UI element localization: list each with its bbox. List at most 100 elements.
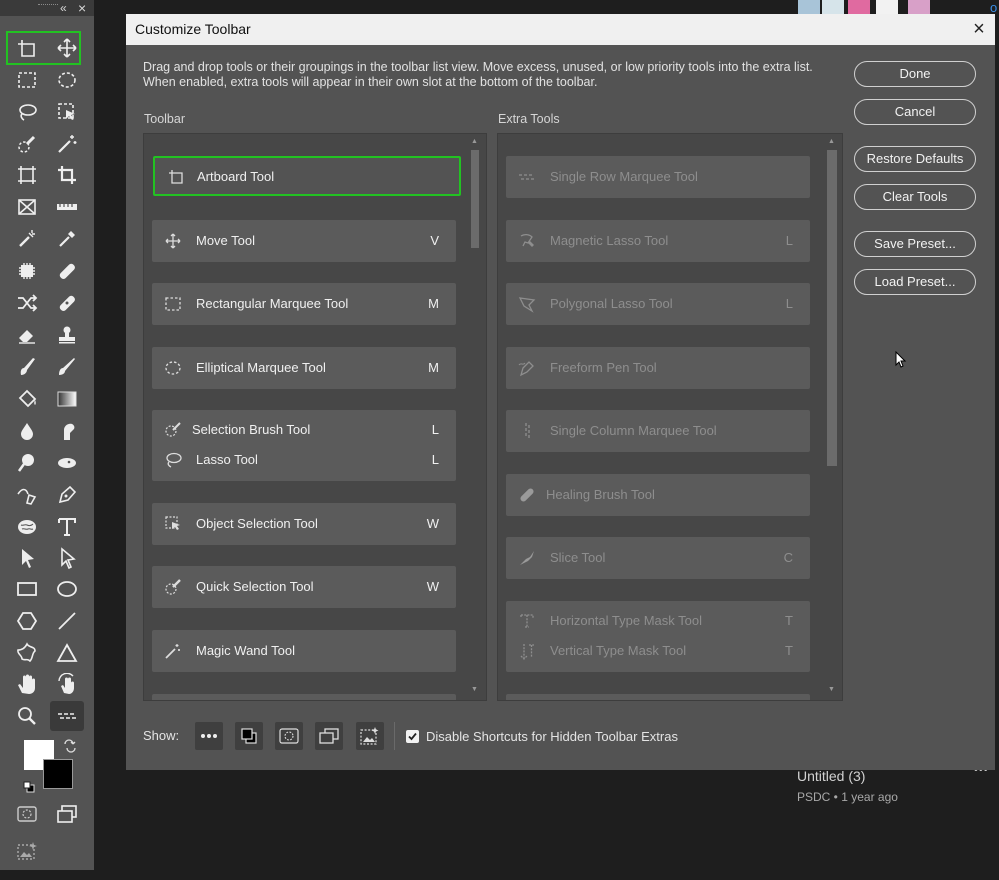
list-item[interactable]: Quick Selection Tool W: [152, 566, 456, 608]
toolbar-list-scrollbar[interactable]: [470, 140, 480, 696]
triangle-icon[interactable]: [50, 638, 84, 668]
dodge-icon[interactable]: [10, 448, 44, 478]
gradient-icon[interactable]: [50, 384, 84, 414]
rect-marquee-icon[interactable]: [10, 65, 44, 95]
extra-list-scrollbar[interactable]: [826, 140, 838, 696]
direct-select-icon[interactable]: [50, 543, 84, 573]
content-aware-move-icon[interactable]: [10, 288, 44, 318]
screen-mode-icon[interactable]: [50, 799, 84, 829]
path-select-icon[interactable]: [10, 543, 44, 573]
list-item[interactable]: Slice Tool C: [506, 537, 810, 579]
quick-mask-icon[interactable]: [10, 799, 44, 829]
mixer-brush-icon[interactable]: [10, 352, 44, 382]
toolbar-list-scroll-thumb[interactable]: [471, 150, 479, 248]
show-generative-button[interactable]: [356, 722, 384, 750]
list-item[interactable]: Polygonal Lasso Tool L: [506, 283, 810, 325]
ellipse-icon[interactable]: [50, 574, 84, 604]
single-row-icon[interactable]: [50, 701, 84, 731]
restore-defaults-button[interactable]: Restore Defaults: [854, 146, 976, 172]
shortcut-key: W: [426, 516, 439, 531]
artboard-icon[interactable]: [10, 33, 44, 63]
list-item[interactable]: Move Tool V: [152, 220, 456, 262]
checkmark-icon: [408, 732, 417, 741]
sponge-icon[interactable]: [50, 448, 84, 478]
lasso-icon[interactable]: [10, 97, 44, 127]
close-icon[interactable]: ×: [964, 14, 994, 45]
list-item[interactable]: Freeform Pen Tool: [506, 347, 810, 389]
list-item[interactable]: Rectangular Marquee Tool M: [152, 283, 456, 325]
eraser-icon[interactable]: [10, 320, 44, 350]
curvature-pen-icon[interactable]: [10, 480, 44, 510]
list-item[interactable]: Magnetic Lasso Tool L: [506, 220, 810, 262]
done-button[interactable]: Done: [854, 61, 976, 87]
magic-wand-icon[interactable]: [50, 129, 84, 159]
list-item[interactable]: Single Row Marquee Tool: [506, 156, 810, 198]
custom-shape-icon[interactable]: [10, 638, 44, 668]
brain-icon[interactable]: [10, 512, 44, 542]
line-icon[interactable]: [50, 606, 84, 636]
paint-bucket-icon[interactable]: [10, 384, 44, 414]
hand-icon[interactable]: [10, 669, 44, 699]
ellipse-marquee-icon[interactable]: [50, 65, 84, 95]
list-item-group[interactable]: Horizontal Type Mask Tool T Vertical Typ…: [506, 601, 810, 672]
disable-shortcuts-checkbox[interactable]: [406, 730, 419, 743]
list-item-group[interactable]: Selection Brush Tool L Lasso Tool L: [152, 410, 456, 481]
tool-label: Polygonal Lasso Tool: [550, 296, 673, 311]
healing-icon[interactable]: [50, 256, 84, 286]
ruler-icon[interactable]: [50, 192, 84, 222]
scroll-up-icon[interactable]: ▲: [471, 138, 478, 145]
disable-shortcuts-label[interactable]: Disable Shortcuts for Hidden Toolbar Ext…: [426, 729, 678, 744]
grip-handle[interactable]: [38, 4, 58, 7]
show-screen-mode-button[interactable]: [315, 722, 343, 750]
rotate-view-icon[interactable]: [50, 669, 84, 699]
scroll-up-icon[interactable]: ▲: [828, 138, 835, 145]
show-extra-tools-button[interactable]: [195, 722, 223, 750]
extra-tools-list[interactable]: Single Row Marquee Tool Magnetic Lasso T…: [497, 133, 843, 701]
object-selection-icon[interactable]: [50, 97, 84, 127]
list-item[interactable]: [152, 694, 456, 700]
show-quick-mask-button[interactable]: [275, 722, 303, 750]
blur-icon[interactable]: [10, 416, 44, 446]
stamp-icon[interactable]: [50, 320, 84, 350]
list-item[interactable]: Healing Brush Tool: [506, 474, 810, 516]
patch-icon[interactable]: [10, 256, 44, 286]
load-preset-button[interactable]: Load Preset...: [854, 269, 976, 295]
pen-icon[interactable]: [50, 480, 84, 510]
color-sampler-icon[interactable]: [10, 224, 44, 254]
polygon-icon[interactable]: [10, 606, 44, 636]
frame-icon[interactable]: [10, 192, 44, 222]
default-colors-icon[interactable]: [23, 780, 35, 793]
swap-colors-icon[interactable]: [63, 739, 77, 753]
tool-label: Healing Brush Tool: [546, 487, 655, 502]
list-item[interactable]: [506, 694, 810, 700]
list-item[interactable]: Object Selection Tool W: [152, 503, 456, 545]
background-color-swatch[interactable]: [43, 759, 73, 789]
type-icon[interactable]: [50, 512, 84, 542]
scroll-down-icon[interactable]: ▼: [828, 686, 835, 693]
smudge-icon[interactable]: [50, 416, 84, 446]
cancel-button[interactable]: Cancel: [854, 99, 976, 125]
list-item[interactable]: Elliptical Marquee Tool M: [152, 347, 456, 389]
toolbar-list[interactable]: Artboard Tool Move Tool V Rectangular Ma…: [143, 133, 487, 701]
generative-icon[interactable]: [10, 836, 44, 866]
quick-selection-icon[interactable]: [10, 129, 44, 159]
eyedropper-icon[interactable]: [50, 224, 84, 254]
move-icon[interactable]: [50, 33, 84, 63]
frame-crop-icon[interactable]: [10, 160, 44, 190]
document-title[interactable]: Untitled (3): [797, 768, 865, 784]
show-color-swatches-button[interactable]: [235, 722, 263, 750]
bandage-icon[interactable]: [50, 288, 84, 318]
rectangle-icon[interactable]: [10, 574, 44, 604]
list-item[interactable]: Single Column Marquee Tool: [506, 410, 810, 452]
clear-tools-button[interactable]: Clear Tools: [854, 184, 976, 210]
close-icon[interactable]: ×: [78, 0, 86, 16]
list-item[interactable]: Artboard Tool: [153, 156, 461, 196]
extra-list-scroll-thumb[interactable]: [827, 150, 837, 466]
crop-icon[interactable]: [50, 160, 84, 190]
scroll-down-icon[interactable]: ▼: [471, 686, 478, 693]
save-preset-button[interactable]: Save Preset...: [854, 231, 976, 257]
zoom-icon[interactable]: [10, 701, 44, 731]
brush-icon[interactable]: [50, 352, 84, 382]
list-item[interactable]: Magic Wand Tool: [152, 630, 456, 672]
collapse-icon[interactable]: «: [60, 0, 67, 16]
